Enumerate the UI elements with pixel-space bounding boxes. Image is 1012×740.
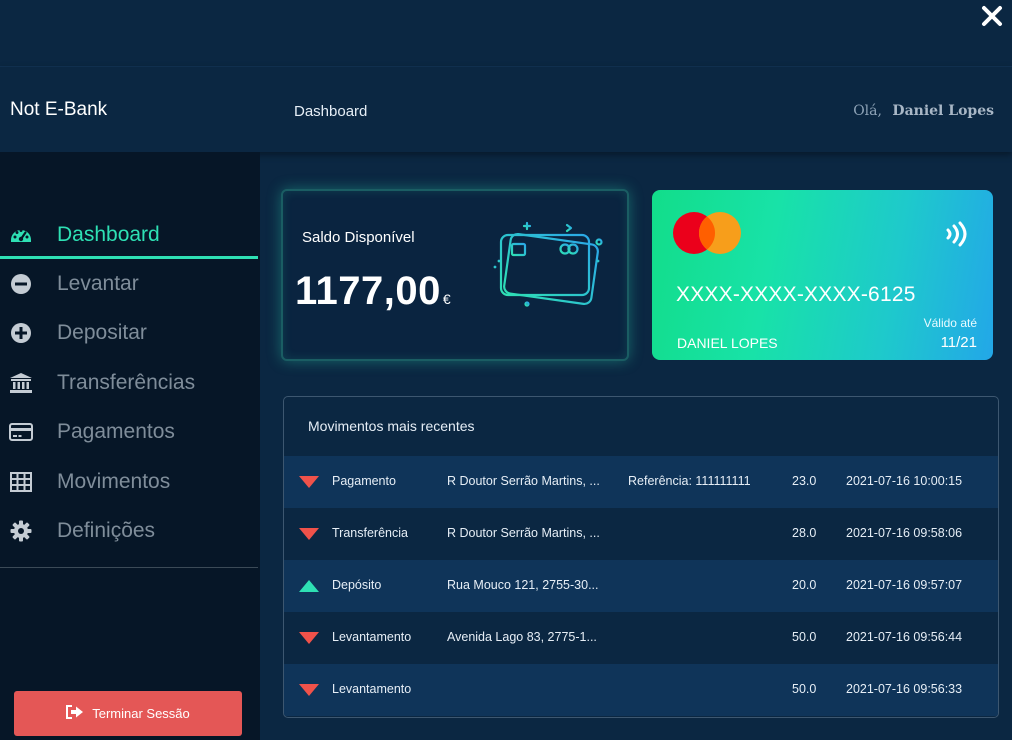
movements-table: Pagamento R Doutor Serrão Martins, ... Ref… <box>284 456 998 716</box>
movement-address: Rua Mouco 121, 2755-30... <box>447 578 599 592</box>
card-valid-label: Válido até <box>923 316 977 330</box>
bank-icon <box>9 371 33 395</box>
page-title: Dashboard <box>294 103 368 120</box>
app-title: Not E-Bank <box>10 99 108 120</box>
sidebar-divider <box>0 567 258 568</box>
credit-card-illustration-icon <box>485 209 613 319</box>
movement-amount: 50.0 <box>792 630 817 644</box>
sign-out-icon <box>66 705 84 722</box>
sidebar-item-movimentos[interactable]: Movimentos <box>0 457 260 506</box>
sidebar-item-label: Transferências <box>57 370 196 394</box>
card-valid-date: 11/21 <box>940 334 977 351</box>
movement-type: Pagamento <box>332 474 396 488</box>
sidebar-item-dashboard[interactable]: Dashboard <box>0 210 260 260</box>
movement-address: Avenida Lago 83, 2775-1... <box>447 630 597 644</box>
contactless-icon <box>945 220 971 248</box>
movement-type: Depósito <box>332 578 382 592</box>
table-row[interactable]: Levantamento 50.0 2021-07-16 09:56:33 <box>284 664 998 716</box>
sidebar-item-pagamentos[interactable]: Pagamentos <box>0 408 260 457</box>
sidebar-item-definicoes[interactable]: Definições <box>0 506 260 555</box>
movement-date: 2021-07-16 09:58:06 <box>846 526 963 540</box>
user-greeting: Olá, Daniel Lopes <box>853 103 994 119</box>
balance-card: Saldo Disponível 1177,00 € <box>281 189 629 361</box>
credit-card-icon <box>9 420 33 444</box>
sidebar-item-label: Definições <box>57 519 156 543</box>
user-name[interactable]: Daniel Lopes <box>892 103 994 119</box>
table-row[interactable]: Depósito Rua Mouco 121, 2755-30... 20.0 202… <box>284 560 998 612</box>
movement-address: R Doutor Serrão Martins, ... <box>447 474 600 488</box>
movement-amount: 23.0 <box>792 474 817 488</box>
movement-date: 2021-07-16 09:56:44 <box>846 630 963 644</box>
movement-type: Levantamento <box>332 682 412 696</box>
sidebar-item-depositar[interactable]: Depositar <box>0 309 260 358</box>
plus-circle-icon <box>9 321 33 345</box>
sidebar-item-label: Dashboard <box>57 222 160 246</box>
table-icon <box>9 470 33 494</box>
logout-label: Terminar Sessão <box>92 706 190 721</box>
card-number: XXXX-XXXX-XXXX-6125 <box>676 283 916 306</box>
movement-amount: 28.0 <box>792 526 817 540</box>
movement-amount: 50.0 <box>792 682 817 696</box>
movement-address: R Doutor Serrão Martins, ... <box>447 526 600 540</box>
sidebar-item-label: Depositar <box>57 321 147 345</box>
sidebar-nav: Dashboard Levantar Depositar Transferênc… <box>0 210 260 556</box>
movement-amount: 20.0 <box>792 578 817 592</box>
bank-card[interactable]: XXXX-XXXX-XXXX-6125 Válido até 11/21 DAN… <box>652 190 993 360</box>
recent-movements-title: Movimentos mais recentes <box>308 418 475 434</box>
sidebar-item-label: Movimentos <box>57 469 171 493</box>
movement-reference: Referência: 111111111 <box>628 474 751 488</box>
recent-movements-panel: Movimentos mais recentes Pagamento R Dout… <box>283 396 999 718</box>
logout-button[interactable]: Terminar Sessão <box>14 691 242 736</box>
arrow-up-icon <box>298 579 320 593</box>
tachometer-icon <box>9 223 33 247</box>
table-row[interactable]: Levantamento Avenida Lago 83, 2775-1... 50… <box>284 612 998 664</box>
sidebar-item-levantar[interactable]: Levantar <box>0 259 260 308</box>
movement-type: Transferência <box>332 526 408 540</box>
balance-amount: 1177,00 € <box>295 269 451 314</box>
arrow-down-icon <box>298 631 320 645</box>
movement-date: 2021-07-16 09:56:33 <box>846 682 963 696</box>
arrow-down-icon <box>298 683 320 697</box>
sidebar-item-transferencias[interactable]: Transferências <box>0 358 260 407</box>
card-holder: DANIEL LOPES <box>677 335 778 351</box>
movement-date: 2021-07-16 10:00:15 <box>846 474 963 488</box>
arrow-down-icon <box>298 475 320 489</box>
arrow-down-icon <box>298 527 320 541</box>
sidebar-item-label: Pagamentos <box>57 420 175 444</box>
balance-label: Saldo Disponível <box>302 229 415 246</box>
sidebar-item-label: Levantar <box>57 272 139 296</box>
close-icon[interactable] <box>980 4 1004 28</box>
table-row[interactable]: Transferência R Doutor Serrão Martins, ..… <box>284 508 998 560</box>
window-titlebar <box>0 0 1012 66</box>
greeting-text: Olá, <box>853 103 882 119</box>
table-row[interactable]: Pagamento R Doutor Serrão Martins, ... Ref… <box>284 456 998 508</box>
balance-currency: € <box>442 291 452 307</box>
sidebar: Dashboard Levantar Depositar Transferênc… <box>0 152 260 740</box>
movement-type: Levantamento <box>332 630 412 644</box>
app-header: Not E-Bank Dashboard Olá, Daniel Lopes <box>0 66 1012 152</box>
minus-circle-icon <box>9 272 33 296</box>
mastercard-icon <box>672 210 744 256</box>
cog-icon <box>9 519 33 543</box>
movement-date: 2021-07-16 09:57:07 <box>846 578 963 592</box>
balance-value: 1177,00 <box>295 269 441 313</box>
